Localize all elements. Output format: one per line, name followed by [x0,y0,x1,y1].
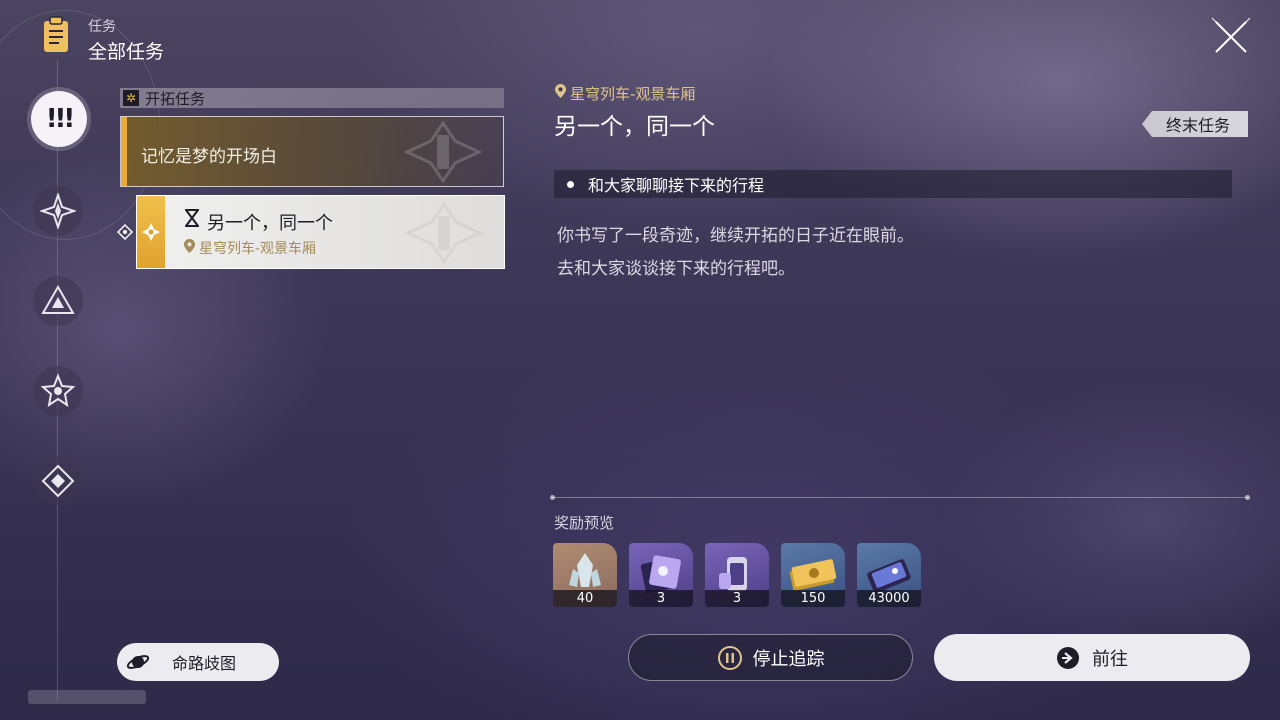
objective-row: 和大家聊聊接下来的行程 [554,170,1232,198]
reward-count: 43000 [857,590,921,607]
all-quests-icon: !!! [45,104,76,134]
close-icon[interactable] [1210,16,1252,58]
quest-description: 你书写了一段奇迹，继续开拓的日子近在眼前。 去和大家谈谈接下来的行程吧。 [557,220,914,286]
trailblaze-quest-icon [142,223,160,241]
rail-tab-adventure[interactable] [33,366,83,416]
path-map-label: 命路歧图 [172,654,237,673]
reward-count: 3 [705,590,769,607]
reward-item[interactable]: 43000 [857,543,921,607]
reward-count: 150 [781,590,845,607]
quest-group-header: ✲ 开拓任务 [120,88,504,108]
quest-item-selected[interactable]: 另一个，同一个 星穹列车-观景车厢 [136,195,505,269]
star-icon [40,373,76,408]
location-pin-icon [555,84,566,98]
rail-tab-trailblaze[interactable] [33,186,83,236]
quest-group-label: 开拓任务 [145,89,206,108]
triangle-icon [41,284,75,314]
reward-count: 3 [629,590,693,607]
four-point-star-icon [40,193,76,229]
quest-title: 另一个，同一个 [207,213,333,234]
quest-location: 星穹列车-观景车厢 [199,241,317,257]
planet-icon [126,655,150,669]
trailblaze-icon: ✲ [123,90,139,106]
pause-icon [717,645,742,670]
description-line: 去和大家谈谈接下来的行程吧。 [557,259,795,279]
reward-item[interactable]: 3 [705,543,769,607]
emblem-icon [403,121,483,183]
path-map-button[interactable]: 命路歧图 [117,643,279,681]
quest-type-label: 终末任务 [1165,116,1230,135]
stop-tracking-label: 停止追踪 [752,648,825,670]
selected-marker-icon [116,223,134,241]
diamond-icon [41,464,75,498]
enter-icon [1057,646,1079,669]
quest-type-badge: 终末任务 [1142,111,1248,137]
go-button[interactable]: 前往 [934,634,1250,681]
uid-bar [28,690,146,704]
quest-item[interactable]: 记忆是梦的开场白 [120,116,504,187]
rail-tab-daily[interactable] [33,456,83,506]
reward-item[interactable]: 150 [781,543,845,607]
rail-tab-all-quests[interactable]: !!! [31,91,87,147]
reward-item[interactable]: 3 [629,543,693,607]
go-label: 前往 [1092,648,1128,670]
quest-tag [137,196,165,268]
stop-tracking-button[interactable]: 停止追踪 [628,634,913,681]
quest-accent-bar [121,117,127,186]
quest-title: 记忆是梦的开场白 [141,147,277,167]
reward-count: 40 [553,590,617,607]
objective-text: 和大家聊聊接下来的行程 [588,176,765,195]
description-line: 你书写了一段奇迹，继续开拓的日子近在眼前。 [557,226,914,246]
reward-item[interactable]: 40 [553,543,617,607]
rail-tab-companion[interactable] [33,276,83,326]
divider [550,495,1250,500]
rewards-label: 奖励预览 [554,514,615,532]
hourglass-icon [185,209,199,227]
location-pin-icon [184,239,195,253]
bullet-icon [567,180,574,188]
emblem-icon [404,202,484,264]
detail-title: 另一个，同一个 [554,114,715,140]
detail-location: 星穹列车-观景车厢 [570,85,696,103]
